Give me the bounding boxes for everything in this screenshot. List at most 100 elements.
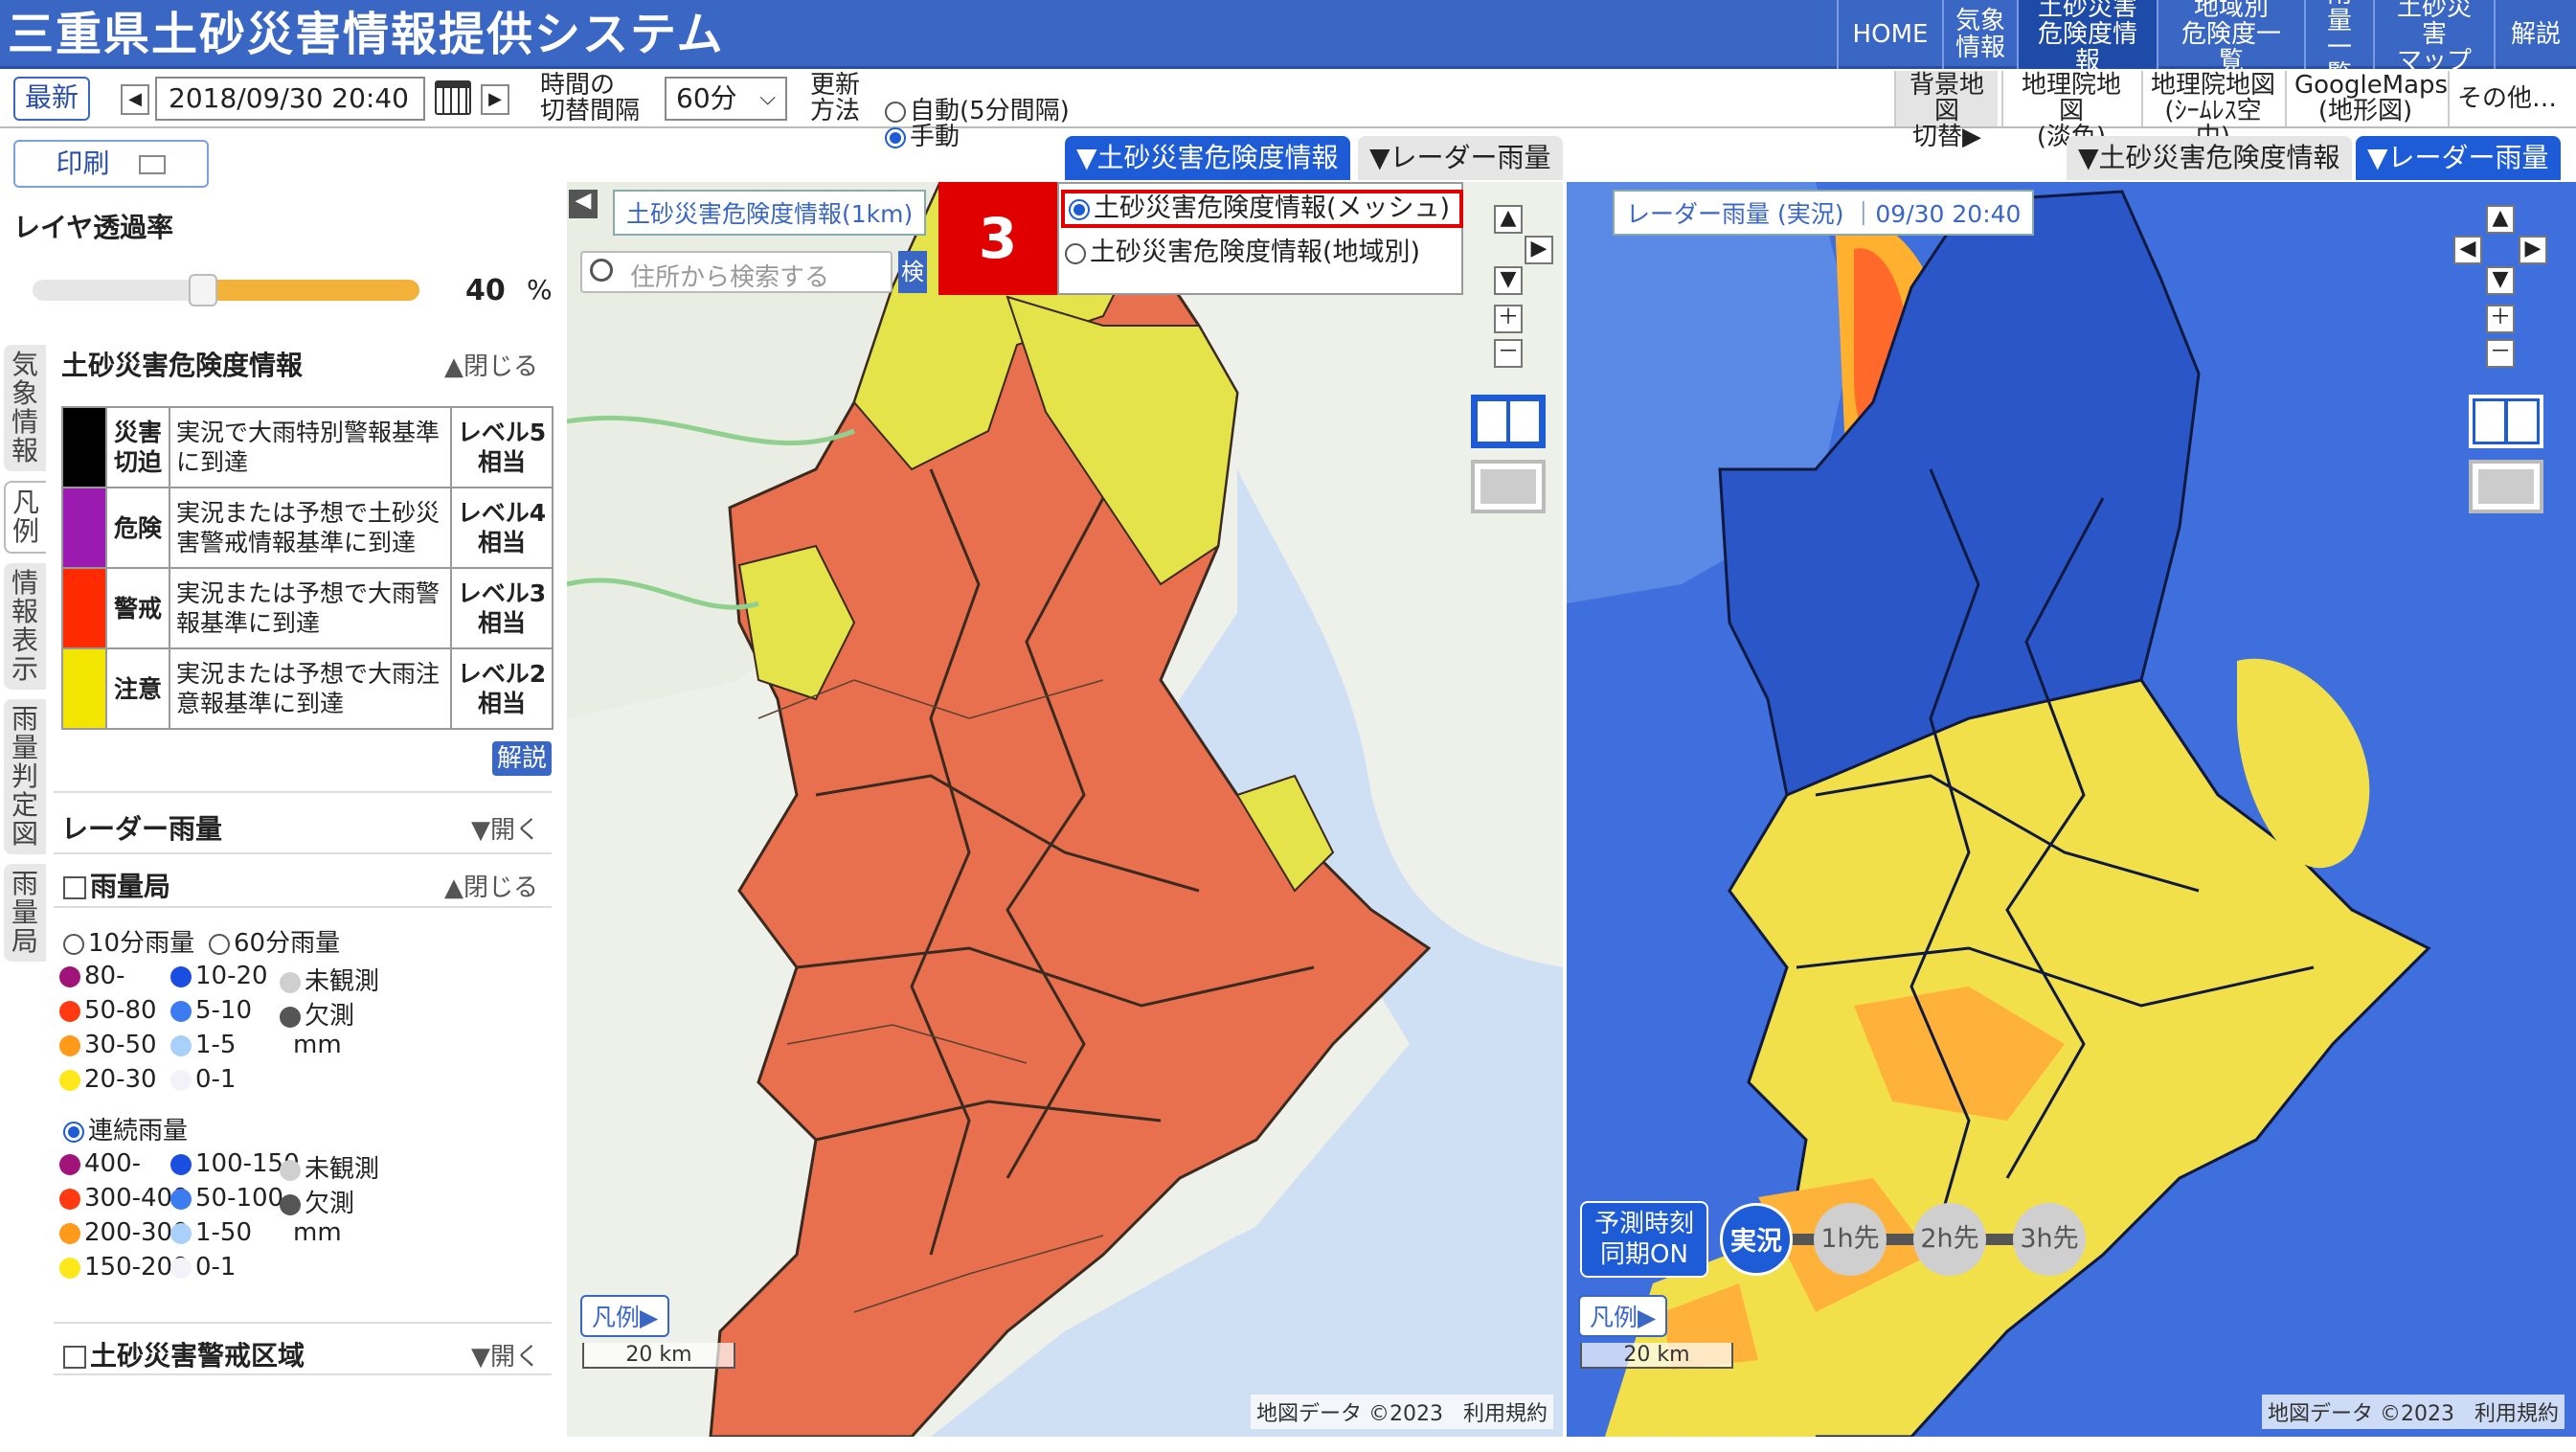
terms-link-left[interactable]: 利用規約 xyxy=(1463,1402,1548,1426)
opacity-value: 40 xyxy=(465,274,506,307)
option-area[interactable]: 土砂災害危険度情報(地域別) xyxy=(1065,236,1420,270)
nav-rain-list[interactable]: 雨量 一覧 xyxy=(2304,0,2373,88)
rain-color-dot xyxy=(170,965,192,987)
option-mesh-radio[interactable] xyxy=(1069,198,1090,220)
hazard-zone-toggle[interactable]: ▼開く xyxy=(471,1337,540,1373)
nav-help[interactable]: 解説 xyxy=(2494,0,2576,69)
address-search[interactable]: 住所から検索する xyxy=(580,251,893,293)
step-now[interactable]: 実況 xyxy=(1720,1203,1793,1276)
calendar-icon[interactable] xyxy=(435,80,471,115)
search-icon xyxy=(590,259,613,282)
hazard-zone-checkbox[interactable]: 土砂災害警戒区域 xyxy=(63,1335,305,1373)
single-view-icon[interactable] xyxy=(1471,460,1546,513)
nav-regional-list[interactable]: 地域別 危険度一覧 xyxy=(2157,0,2304,75)
nav-home[interactable]: HOME xyxy=(1837,0,1942,69)
collapse-panel-button[interactable]: ◀ xyxy=(569,190,598,218)
print-button[interactable]: 印刷 xyxy=(13,140,209,188)
rain60-radio[interactable] xyxy=(209,933,230,955)
prev-time-button[interactable]: ◀ xyxy=(121,84,149,115)
opacity-slider-track[interactable] xyxy=(33,280,419,301)
hazard-zone-check[interactable] xyxy=(63,1346,86,1369)
forecast-sync-toggle[interactable]: 予測時刻 同期ON xyxy=(1580,1201,1708,1278)
cont-rain-radio[interactable] xyxy=(63,1121,84,1143)
datetime-field[interactable]: 2018/09/30 20:40 xyxy=(155,77,425,121)
pan-down-button[interactable]: ▼ xyxy=(2486,266,2515,295)
rain-station-check[interactable] xyxy=(63,876,86,899)
rain-legend-item: 5-10 xyxy=(170,996,252,1025)
pan-up-button[interactable]: ▲ xyxy=(2486,205,2515,234)
legend-button-right[interactable]: 凡例▶ xyxy=(1578,1295,1668,1337)
radar-legend-toggle[interactable]: ▼開く xyxy=(471,810,540,846)
pan-up-button[interactable]: ▲ xyxy=(1494,205,1523,234)
rain-station-checkbox[interactable]: 雨量局 xyxy=(63,866,170,904)
step-1h[interactable]: 1h先 xyxy=(1814,1203,1887,1276)
hazard-map[interactable]: ◀ 土砂災害危険度情報(1km) 住所から検索する 検 3 土砂災害危険度情報(… xyxy=(567,182,1563,1437)
basemap-other[interactable]: その他… xyxy=(2448,71,2565,126)
basemap-switch-button[interactable]: 背景地図 切替▶ xyxy=(1894,71,1998,150)
nav-weather[interactable]: 気象 情報 xyxy=(1942,0,2017,69)
manual-radio[interactable] xyxy=(885,126,906,148)
printer-icon xyxy=(139,155,167,174)
divider xyxy=(54,1373,552,1375)
rain-color-dot xyxy=(170,1000,192,1022)
tab-rain-chart[interactable]: 雨 量 判 定 図 xyxy=(4,699,46,854)
next-time-button[interactable]: ▶ xyxy=(481,84,509,115)
tab-display[interactable]: 情 報 表 示 xyxy=(4,563,46,690)
rain-legend-label: 50-80 xyxy=(84,996,157,1025)
tab-legend[interactable]: 凡 例 xyxy=(4,481,46,554)
opacity-slider-fill xyxy=(203,280,419,301)
split-view-icon[interactable] xyxy=(2469,395,2543,448)
rain-station-toggle[interactable]: ▲閉じる xyxy=(444,868,538,903)
rain-legend-item: 50-100 xyxy=(170,1184,283,1213)
hazard-level-name: 注意 xyxy=(105,647,170,730)
zoom-in-button[interactable]: ＋ xyxy=(2486,305,2515,333)
tab-right-hazard[interactable]: ▼土砂災害危険度情報 xyxy=(2067,136,2352,180)
rain10-radio[interactable] xyxy=(63,933,84,955)
step-3h[interactable]: 3h先 xyxy=(2013,1203,2086,1276)
rain-color-dot xyxy=(280,1193,301,1215)
tab-left-hazard[interactable]: ▼土砂災害危険度情報 xyxy=(1065,136,1350,180)
cont-rain-option[interactable]: 連続雨量 xyxy=(63,1111,188,1146)
rain-legend-label: 20-30 xyxy=(84,1065,157,1094)
radar-layer-label: レーダー雨量 (実況) ｜09/30 20:40 xyxy=(1613,190,2035,236)
option-mesh[interactable]: 土砂災害危険度情報(メッシュ) xyxy=(1061,190,1463,228)
latest-button[interactable]: 最新 xyxy=(13,77,90,121)
search-button[interactable]: 検 xyxy=(898,251,927,293)
tab-left-radar[interactable]: ▼レーダー雨量 xyxy=(1358,136,1563,180)
rain-color-dot xyxy=(170,1222,192,1244)
pan-left-button[interactable]: ◀ xyxy=(2453,236,2482,264)
zoom-in-button[interactable]: ＋ xyxy=(1494,305,1523,333)
scale-bar-left: 20 km xyxy=(582,1343,735,1369)
option-area-radio[interactable] xyxy=(1065,242,1086,264)
tab-right-radar[interactable]: ▼レーダー雨量 xyxy=(2356,136,2561,180)
radar-map[interactable]: レーダー雨量 (実況) ｜09/30 20:40 ▲ ◀ ▶ ▼ ＋ － 予測時… xyxy=(1567,182,2576,1437)
basemap-gsi-pale[interactable]: 地理院地図 (淡色) xyxy=(2001,71,2139,150)
interval-select[interactable]: 60分 ⌵ xyxy=(665,77,787,121)
step-2h[interactable]: 2h先 xyxy=(1913,1203,1986,1276)
opacity-slider-thumb[interactable] xyxy=(189,274,217,306)
explain-button[interactable]: 解説 xyxy=(492,741,552,776)
tab-rain-station[interactable]: 雨 量 局 xyxy=(4,864,46,962)
terms-link-right[interactable]: 利用規約 xyxy=(2474,1402,2559,1426)
rain10-option[interactable]: 10分雨量 xyxy=(63,923,194,959)
rain-legend-label: 5-10 xyxy=(195,996,253,1025)
hazard-legend-title: 土砂災害危険度情報 xyxy=(61,350,304,381)
rain-legend-item: 欠測 xyxy=(280,1184,354,1219)
rain60-option[interactable]: 60分雨量 xyxy=(209,923,340,959)
zoom-out-button[interactable]: － xyxy=(1494,339,1523,368)
zoom-out-button[interactable]: － xyxy=(2486,339,2515,368)
hazard-legend-toggle[interactable]: ▲閉じる xyxy=(444,347,538,382)
pan-right-button[interactable]: ▶ xyxy=(2519,236,2547,264)
rain-color-dot xyxy=(59,1034,80,1056)
split-view-icon[interactable] xyxy=(1471,395,1546,448)
legend-button-left[interactable]: 凡例▶ xyxy=(580,1295,670,1337)
tab-weather[interactable]: 気 象 情 報 xyxy=(4,345,46,471)
basemap-google-terrain[interactable]: GoogleMaps (地形図) xyxy=(2285,71,2448,126)
pan-right-button[interactable]: ▶ xyxy=(1525,236,1553,264)
single-view-icon[interactable] xyxy=(2469,460,2543,513)
nav-hazard-info[interactable]: 土砂災害 危険度情報 xyxy=(2017,0,2157,75)
nav-hazard-map[interactable]: 土砂災害 マップ xyxy=(2373,0,2494,75)
basemap-gsi-seamless[interactable]: 地理院地図 (ｼｰﾑﾚｽ空中) xyxy=(2141,71,2283,150)
update-manual-option[interactable]: 手動 xyxy=(885,99,960,150)
pan-down-button[interactable]: ▼ xyxy=(1494,266,1523,295)
